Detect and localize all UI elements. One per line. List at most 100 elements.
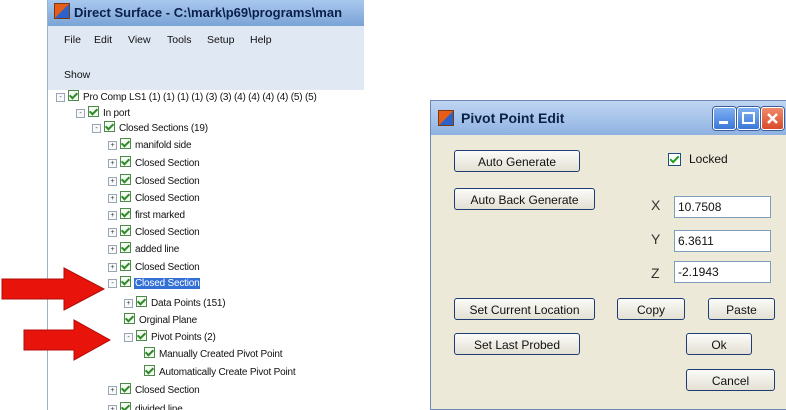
expand-icon[interactable]: + bbox=[108, 386, 117, 395]
tree-item[interactable]: Orginal Plane bbox=[124, 313, 198, 328]
collapse-icon[interactable]: - bbox=[124, 333, 133, 342]
tree-item[interactable]: + Closed Section bbox=[108, 156, 200, 171]
x-label: X bbox=[651, 197, 661, 213]
tree-item[interactable]: + Data Points (151) bbox=[124, 296, 226, 311]
tree-item-label: added line bbox=[135, 244, 180, 255]
tree-view: - Pro Comp LS1 (1) (1) (1) (1) (3) (3) (4… bbox=[48, 90, 364, 410]
menu-edit[interactable]: Edit bbox=[94, 34, 112, 46]
tree-item-label: Pro Comp LS1 (1) (1) (1) (1) (3) (3) (4)… bbox=[83, 92, 317, 103]
expand-icon[interactable]: + bbox=[108, 159, 117, 168]
maximize-icon bbox=[738, 108, 759, 129]
expand-icon[interactable]: + bbox=[108, 245, 117, 254]
tree-item-label: manifold side bbox=[135, 140, 192, 151]
expand-icon[interactable]: + bbox=[108, 141, 117, 150]
tree-item[interactable]: - Pivot Points (2) bbox=[124, 330, 217, 345]
tree-item[interactable]: + Closed Section bbox=[108, 191, 200, 206]
tree-item-label: Closed Section bbox=[135, 262, 200, 273]
expand-icon[interactable]: + bbox=[108, 405, 117, 410]
tree-item-label: first marked bbox=[135, 210, 185, 221]
tree-item-label: Data Points (151) bbox=[151, 298, 226, 309]
menu-bar: File Edit View Tools Setup Help bbox=[48, 26, 364, 62]
menu-file[interactable]: File bbox=[64, 34, 81, 46]
tree-checkbox[interactable] bbox=[124, 313, 135, 324]
tree-checkbox[interactable] bbox=[144, 347, 155, 358]
collapse-icon[interactable]: - bbox=[76, 109, 85, 118]
tree-item[interactable]: + first marked bbox=[108, 208, 186, 223]
maximize-button[interactable] bbox=[737, 107, 760, 130]
ok-button[interactable]: Ok bbox=[686, 333, 752, 355]
minimize-button[interactable] bbox=[713, 107, 736, 130]
close-icon bbox=[762, 108, 783, 129]
tree-item-label: Automatically Create Pivot Point bbox=[159, 367, 296, 378]
tree-checkbox[interactable] bbox=[120, 174, 131, 185]
show-menu[interactable]: Show bbox=[64, 69, 90, 81]
tree-item[interactable]: + Closed Section bbox=[108, 174, 200, 189]
tree-checkbox[interactable] bbox=[136, 296, 147, 307]
tree-item[interactable]: + Closed Section bbox=[108, 225, 200, 240]
tree-checkbox[interactable] bbox=[120, 191, 131, 202]
set-current-location-button[interactable]: Set Current Location bbox=[454, 298, 595, 320]
menu-view[interactable]: View bbox=[128, 34, 151, 46]
tree-checkbox[interactable] bbox=[104, 121, 115, 132]
collapse-icon[interactable]: - bbox=[56, 93, 65, 102]
set-last-probed-button[interactable]: Set Last Probed bbox=[454, 333, 580, 355]
auto-back-generate-button[interactable]: Auto Back Generate bbox=[454, 188, 595, 210]
tree-checkbox[interactable] bbox=[120, 225, 131, 236]
collapse-icon[interactable]: - bbox=[92, 124, 101, 133]
menu-tools[interactable]: Tools bbox=[167, 34, 192, 46]
window-title: Direct Surface - C:\mark\p69\programs\ma… bbox=[74, 5, 343, 20]
expand-icon[interactable]: + bbox=[124, 299, 133, 308]
collapse-icon[interactable]: - bbox=[108, 279, 117, 288]
tree-item[interactable]: + divided line bbox=[108, 402, 184, 410]
y-label: Y bbox=[651, 231, 661, 247]
tree-item[interactable]: + Closed Section bbox=[108, 383, 200, 398]
paste-button[interactable]: Paste bbox=[708, 298, 775, 320]
menu-help[interactable]: Help bbox=[250, 34, 272, 46]
tree-item[interactable]: - Closed Sections (19) bbox=[92, 121, 209, 136]
tree-checkbox[interactable] bbox=[120, 156, 131, 167]
tree-item[interactable]: + Closed Section bbox=[108, 260, 200, 275]
tree-item-label: Closed Section bbox=[135, 158, 200, 169]
copy-button[interactable]: Copy bbox=[617, 298, 685, 320]
tree-checkbox[interactable] bbox=[120, 276, 131, 287]
tree-item[interactable]: + manifold side bbox=[108, 138, 192, 153]
tree-item[interactable]: - Closed Section bbox=[108, 276, 201, 291]
tree-item[interactable]: - Pro Comp LS1 (1) (1) (1) (1) (3) (3) (4… bbox=[56, 90, 318, 105]
x-field[interactable]: 10.7508 bbox=[674, 196, 771, 218]
locked-checkbox[interactable] bbox=[668, 153, 681, 166]
window-title-bar: Direct Surface - C:\mark\p69\programs\ma… bbox=[48, 0, 364, 26]
locked-label: Locked bbox=[689, 152, 728, 166]
tree-checkbox[interactable] bbox=[120, 402, 131, 410]
dialog-title-bar: Pivot Point Edit bbox=[431, 101, 786, 135]
tree-checkbox[interactable] bbox=[144, 365, 155, 376]
tree-checkbox[interactable] bbox=[88, 106, 99, 117]
tree-item-label: Closed Section bbox=[134, 278, 201, 289]
tree-item[interactable]: Manually Created Pivot Point bbox=[144, 347, 283, 362]
tree-item[interactable]: + added line bbox=[108, 242, 180, 257]
expand-icon[interactable]: + bbox=[108, 211, 117, 220]
expand-icon[interactable]: + bbox=[108, 263, 117, 272]
tree-checkbox[interactable] bbox=[120, 138, 131, 149]
menu-setup[interactable]: Setup bbox=[207, 34, 234, 46]
auto-generate-button[interactable]: Auto Generate bbox=[454, 150, 580, 172]
y-field[interactable]: 6.3611 bbox=[674, 230, 771, 252]
tree-checkbox[interactable] bbox=[68, 90, 79, 101]
expand-icon[interactable]: + bbox=[108, 177, 117, 186]
red-arrow-icon bbox=[1, 267, 106, 311]
toolbar: Show bbox=[48, 62, 364, 91]
tree-checkbox[interactable] bbox=[136, 330, 147, 341]
tree-checkbox[interactable] bbox=[120, 208, 131, 219]
tree-checkbox[interactable] bbox=[120, 383, 131, 394]
expand-icon[interactable]: + bbox=[108, 194, 117, 203]
tree-item-label: Closed Section bbox=[135, 385, 200, 396]
close-button[interactable] bbox=[761, 107, 784, 130]
z-field[interactable]: -2.1943 bbox=[674, 261, 771, 283]
tree-checkbox[interactable] bbox=[120, 260, 131, 271]
tree-item[interactable]: Automatically Create Pivot Point bbox=[144, 365, 296, 380]
tree-checkbox[interactable] bbox=[120, 242, 131, 253]
tree-item[interactable]: - In port bbox=[76, 106, 131, 121]
tree-item-label: Closed Section bbox=[135, 227, 200, 238]
expand-icon[interactable]: + bbox=[108, 228, 117, 237]
cancel-button[interactable]: Cancel bbox=[686, 369, 775, 391]
tree-item-label: In port bbox=[103, 108, 130, 119]
